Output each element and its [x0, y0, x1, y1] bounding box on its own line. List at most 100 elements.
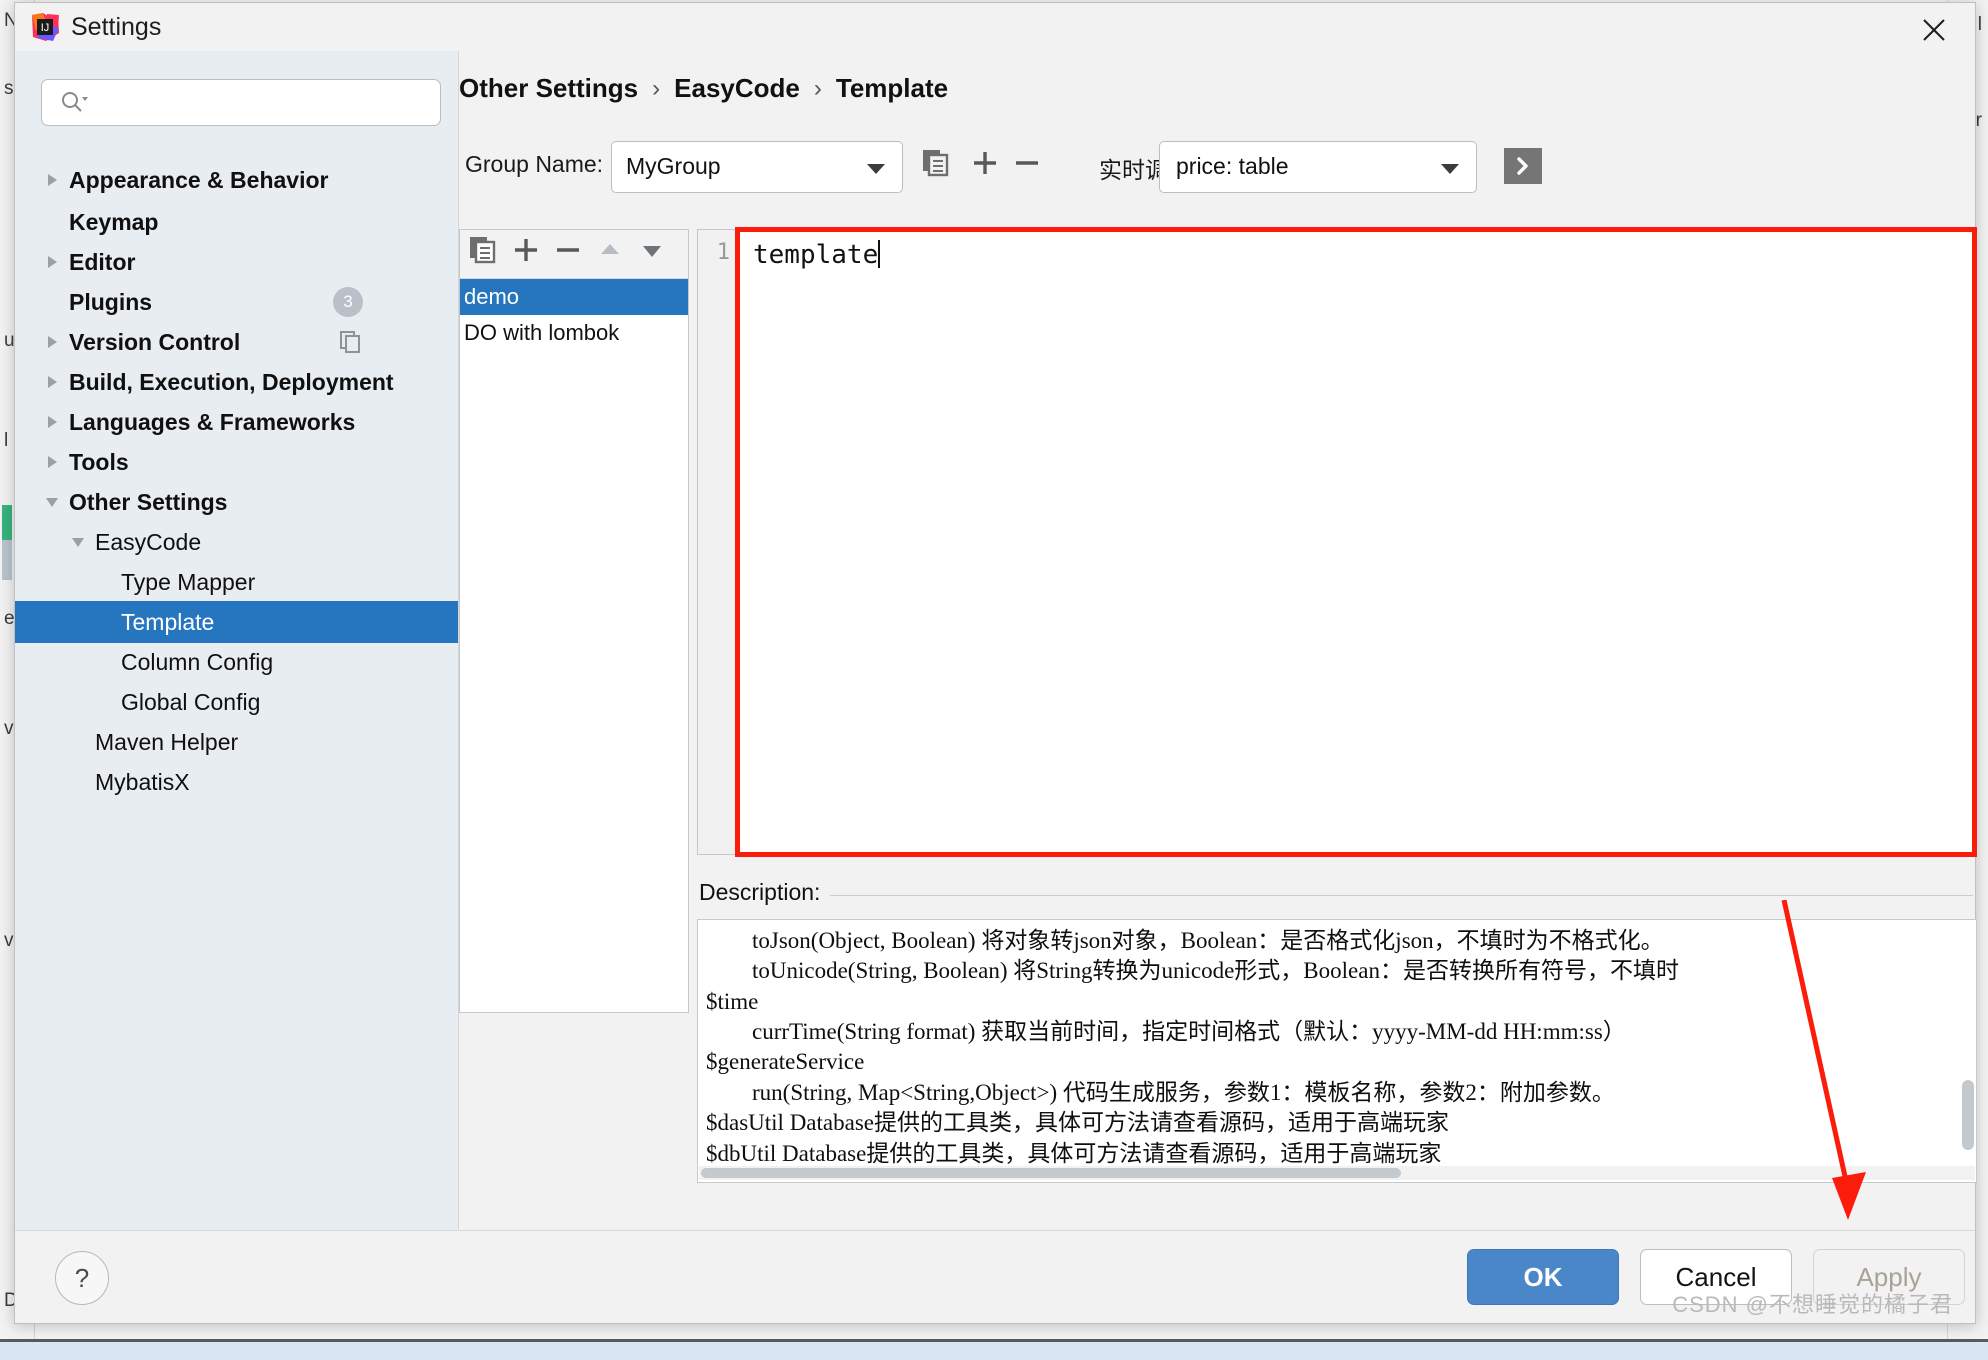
sidebar-item-label: Plugins	[69, 288, 153, 315]
chevron-down-icon[interactable]	[866, 162, 886, 180]
description-line: $generateService	[706, 1049, 865, 1075]
search-box[interactable]	[41, 79, 441, 127]
group-name-value: MyGroup	[626, 153, 721, 179]
intellij-idea-icon: IJ	[29, 11, 61, 43]
description-line: run(String, Map<String,Object>) 代码生成服务，参…	[752, 1079, 1615, 1105]
add-group-button[interactable]	[969, 147, 1009, 187]
ok-button[interactable]: OK	[1467, 1249, 1619, 1305]
sidebar-item-mybatisx[interactable]: MybatisX	[15, 761, 458, 803]
bg-left-label: s	[4, 78, 14, 99]
sidebar-item-easycode[interactable]: EasyCode	[15, 521, 458, 563]
sidebar-item-label: Keymap	[69, 208, 159, 235]
sidebar-item-appearance-behavior[interactable]: Appearance & Behavior	[15, 159, 458, 201]
plus-icon	[515, 239, 537, 261]
remove-group-button[interactable]	[1011, 147, 1051, 187]
group-name-select[interactable]: MyGroup	[611, 141, 903, 193]
title-bar: IJ Settings	[15, 3, 1975, 51]
bg-right-label: r	[1975, 110, 1982, 131]
triangle-down-icon	[643, 246, 661, 257]
sidebar-item-label: Global Config	[121, 688, 261, 715]
copy-group-button[interactable]	[921, 147, 961, 187]
chevron-down-icon[interactable]	[1440, 162, 1460, 180]
sidebar-item-label: Version Control	[69, 328, 241, 355]
sidebar-item-column-config[interactable]: Column Config	[15, 641, 458, 683]
sidebar-item-type-mapper[interactable]: Type Mapper	[15, 561, 458, 603]
list-item[interactable]: demo	[460, 279, 688, 315]
sidebar-item-label: Editor	[69, 248, 136, 275]
add-template-button[interactable]	[510, 234, 550, 274]
search-input[interactable]	[100, 80, 434, 127]
line-number: 1	[716, 240, 730, 265]
sidebar-item-languages-frameworks[interactable]: Languages & Frameworks	[15, 401, 458, 443]
sidebar-item-tools[interactable]: Tools	[15, 441, 458, 483]
list-item[interactable]: DO with lombok	[460, 315, 688, 351]
list-item-label: demo	[464, 284, 520, 309]
chevron-right-icon[interactable]	[43, 171, 61, 189]
sidebar-item-label: Languages & Frameworks	[69, 408, 356, 435]
sidebar-item-other-settings[interactable]: Other Settings	[15, 481, 458, 523]
settings-sidebar: Appearance & Behavior Keymap Editor Plug…	[15, 51, 459, 1231]
breadcrumb-separator: ›	[652, 74, 661, 102]
background-scroll-marker[interactable]	[2, 540, 12, 580]
plugins-update-badge: 3	[333, 287, 363, 317]
chevron-right-icon[interactable]	[43, 373, 61, 391]
help-button[interactable]: ?	[55, 1251, 109, 1305]
sidebar-item-version-control[interactable]: Version Control	[15, 321, 458, 363]
move-template-down-button[interactable]	[636, 234, 676, 274]
editor-code-text[interactable]: template	[739, 230, 1976, 854]
close-button[interactable]	[1911, 7, 1957, 47]
sidebar-item-build-execution-deployment[interactable]: Build, Execution, Deployment	[15, 361, 458, 403]
bg-right-label: l	[1977, 14, 1982, 35]
debug-table-value: price: table	[1176, 153, 1289, 179]
breadcrumb-item-template: Template	[835, 73, 949, 103]
description-line: toUnicode(String, Boolean) 将String转换为uni…	[752, 958, 1679, 984]
bg-left-label: l	[4, 430, 9, 451]
copy-icon	[339, 330, 363, 354]
description-vertical-scrollbar[interactable]	[1962, 1080, 1974, 1150]
chevron-right-icon[interactable]	[43, 413, 61, 431]
sidebar-item-template[interactable]: Template	[15, 601, 458, 643]
settings-content: Other Settings › EasyCode › Template Gro…	[459, 51, 1977, 1231]
remove-template-button[interactable]	[552, 234, 592, 274]
breadcrumb-item-easycode[interactable]: EasyCode	[674, 73, 800, 104]
chevron-right-icon[interactable]	[43, 253, 61, 271]
sidebar-item-plugins[interactable]: Plugins 3	[15, 281, 458, 323]
description-horizontal-scrollbar[interactable]	[699, 1166, 1975, 1180]
run-debug-button[interactable]	[1504, 148, 1542, 184]
bg-left-label: u	[4, 330, 15, 351]
sidebar-item-label: EasyCode	[95, 528, 202, 555]
settings-dialog: IJ Settings Appearance & Behavior Keymap…	[14, 2, 1977, 1324]
sidebar-item-global-config[interactable]: Global Config	[15, 681, 458, 723]
background-status-bar	[0, 1342, 1988, 1360]
chevron-right-icon[interactable]	[43, 453, 61, 471]
group-toolbar: Group Name: MyGroup 实时调试 price: table	[459, 141, 1975, 193]
text-caret	[878, 240, 881, 268]
template-code-editor[interactable]: 1 template	[697, 229, 1977, 855]
triangle-up-icon	[601, 244, 619, 254]
breadcrumb-item-other-settings[interactable]: Other Settings	[459, 73, 638, 104]
background-vcs-marker	[2, 505, 12, 541]
sidebar-item-label: MybatisX	[95, 768, 190, 795]
sidebar-item-label: Maven Helper	[95, 728, 239, 755]
chevron-right-icon[interactable]	[43, 333, 61, 351]
description-title: Description:	[699, 879, 831, 906]
debug-table-select[interactable]: price: table	[1159, 141, 1477, 193]
sidebar-item-label: Other Settings	[69, 488, 228, 515]
description-line: $dbUtil Database提供的工具类，具体可方法请查看源码，适用于高端玩…	[706, 1140, 1442, 1166]
search-icon	[60, 90, 88, 119]
chevron-down-icon[interactable]	[43, 493, 61, 511]
template-list-panel: demo DO with lombok	[459, 229, 689, 1013]
description-line: $dasUtil Database提供的工具类，具体可方法请查看源码，适用于高端…	[706, 1110, 1449, 1136]
sidebar-item-editor[interactable]: Editor	[15, 241, 458, 283]
scrollbar-thumb[interactable]	[701, 1168, 1401, 1178]
description-panel[interactable]: toJson(Object, Boolean) 将对象转json对象，Boole…	[697, 919, 1977, 1183]
copy-template-button[interactable]	[468, 234, 508, 274]
list-item-label: DO with lombok	[464, 320, 620, 345]
breadcrumb-separator: ›	[813, 74, 822, 102]
chevron-down-icon[interactable]	[69, 533, 87, 551]
sidebar-item-label: Column Config	[121, 648, 274, 675]
sidebar-item-maven-helper[interactable]: Maven Helper	[15, 721, 458, 763]
editor-gutter: 1	[698, 230, 739, 854]
sidebar-item-keymap[interactable]: Keymap	[15, 201, 458, 243]
move-template-up-button[interactable]	[594, 234, 634, 274]
